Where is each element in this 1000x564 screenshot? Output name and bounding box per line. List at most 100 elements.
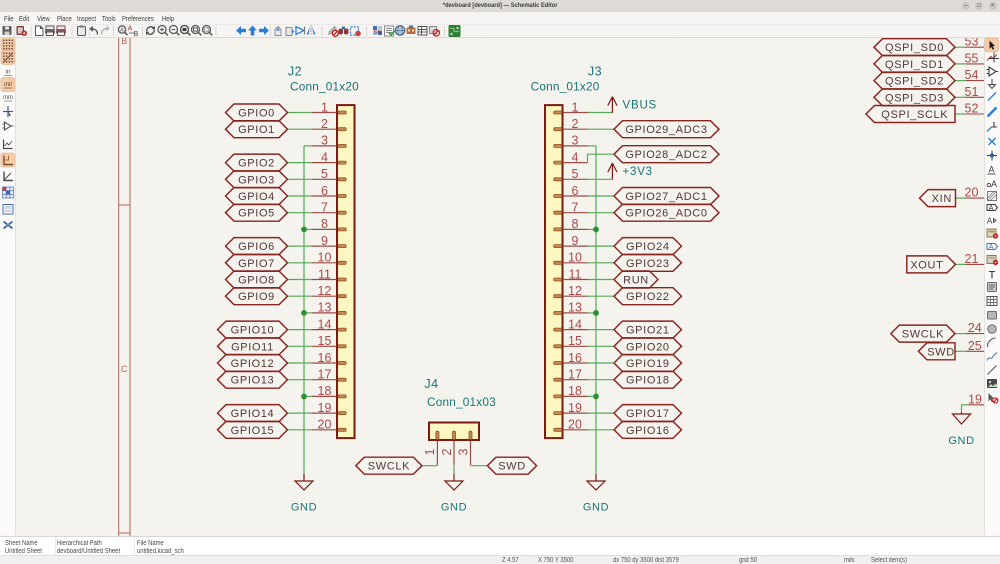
svg-text:7: 7 [321,201,328,215]
svg-text:GPIO14: GPIO14 [231,408,275,420]
svg-text:21: 21 [965,252,979,266]
svg-text:14: 14 [318,317,332,331]
svg-text:Conn_01x20: Conn_01x20 [290,80,359,94]
svg-text:GPIO5: GPIO5 [238,208,275,220]
svg-text:GPIO2: GPIO2 [238,158,275,170]
svg-text:Conn_01x03: Conn_01x03 [427,395,496,409]
svg-text:QSPI_SD3: QSPI_SD3 [885,92,944,104]
svg-text:J2: J2 [288,65,302,79]
svg-text:GPIO29_ADC3: GPIO29_ADC3 [625,124,707,136]
svg-text:GPIO3: GPIO3 [238,174,275,186]
svg-text:1: 1 [321,100,328,114]
svg-text:52: 52 [965,102,979,116]
svg-text:GPIO0: GPIO0 [238,108,275,120]
svg-text:1: 1 [572,100,579,114]
svg-text:4: 4 [321,150,328,164]
svg-text:SW: SW [373,30,381,36]
svg-text:B: B [121,38,127,46]
svg-text:3: 3 [321,134,328,148]
svg-text:GPIO22: GPIO22 [626,291,670,303]
svg-text:J3: J3 [588,65,602,79]
svg-text:18: 18 [568,384,582,398]
svg-text:+3V3: +3V3 [623,166,653,178]
svg-text:11: 11 [569,267,582,281]
svg-text:GPIO1: GPIO1 [238,124,275,136]
svg-text:GPIO12: GPIO12 [231,358,275,370]
svg-text:19: 19 [568,401,582,415]
svg-text:GPIO13: GPIO13 [231,375,275,387]
svg-text:in: in [5,69,10,76]
svg-text:2: 2 [572,117,579,131]
svg-text:2: 2 [440,448,454,455]
svg-text:51: 51 [965,85,979,99]
svg-text:A: A [988,165,994,175]
svg-text:14: 14 [568,317,582,331]
svg-text:QSPI_SD2: QSPI_SD2 [885,76,944,88]
svg-text:54: 54 [965,68,979,82]
svg-text:VBUS: VBUS [623,99,658,111]
svg-text:3: 3 [456,448,470,455]
svg-text:9: 9 [572,234,579,248]
svg-text:18: 18 [318,384,332,398]
svg-text:A: A [120,28,124,34]
svg-text:GND: GND [291,502,317,514]
svg-text:T: T [989,270,996,282]
svg-text:GND: GND [441,502,467,514]
svg-text:GPIO27_ADC1: GPIO27_ADC1 [625,191,707,203]
svg-text:RUN: RUN [623,275,649,287]
svg-text:GPIO11: GPIO11 [231,341,274,353]
svg-text:QSPI_SCLK: QSPI_SCLK [881,109,948,121]
svg-text:20: 20 [318,418,332,432]
svg-text:2: 2 [321,117,328,131]
svg-text:A: A [128,26,133,33]
svg-text:A: A [988,242,993,251]
svg-text:GPIO4: GPIO4 [238,191,275,203]
svg-text:GPIO15: GPIO15 [231,425,275,437]
svg-text:11: 11 [318,267,331,281]
svg-text:GPIO23: GPIO23 [626,258,670,270]
svg-text:GPIO19: GPIO19 [626,358,670,370]
svg-text:15: 15 [568,334,582,348]
svg-text:53: 53 [965,38,979,49]
svg-text:7: 7 [572,201,579,215]
svg-text:10: 10 [568,251,582,265]
svg-text:GPIO7: GPIO7 [238,258,275,270]
svg-text:6: 6 [321,184,328,198]
svg-text:GND: GND [583,502,609,514]
svg-text:GND: GND [948,435,974,447]
svg-text:19: 19 [968,392,982,406]
svg-text:9: 9 [321,234,328,248]
svg-text:SWD: SWD [498,461,526,473]
svg-text:3: 3 [572,134,579,148]
svg-text:12: 12 [318,284,332,298]
svg-text:19: 19 [318,401,332,415]
svg-text:1: 1 [423,448,437,455]
svg-text:15: 15 [318,334,332,348]
svg-text:XIN: XIN [932,193,952,205]
svg-text:55: 55 [965,51,979,65]
svg-text:GPIO20: GPIO20 [626,341,670,353]
svg-text:GPIO21: GPIO21 [626,325,670,337]
svg-text:A: A [991,179,997,189]
svg-text:6: 6 [572,184,579,198]
svg-text:GPIO26_ADC0: GPIO26_ADC0 [625,208,707,220]
svg-text:8: 8 [321,217,328,231]
svg-text:8: 8 [572,217,579,231]
svg-text:13: 13 [318,301,332,315]
svg-text:GPIO17: GPIO17 [626,408,670,420]
svg-text:20: 20 [965,186,979,200]
svg-text:GPIO24: GPIO24 [626,241,670,253]
svg-text:5: 5 [321,167,328,181]
svg-text:17: 17 [318,368,332,382]
svg-text:Conn_01x20: Conn_01x20 [531,80,600,94]
svg-text:SWD: SWD [927,346,955,358]
svg-text:16: 16 [568,351,582,365]
svg-text:GPIO16: GPIO16 [626,425,670,437]
svg-text:A: A [988,203,993,212]
svg-text:10: 10 [318,251,332,265]
svg-text:QSPI_SD1: QSPI_SD1 [885,59,944,71]
svg-text:13: 13 [568,301,582,315]
svg-text:17: 17 [568,368,582,382]
svg-text:5: 5 [572,167,579,181]
svg-text:12: 12 [568,284,582,298]
